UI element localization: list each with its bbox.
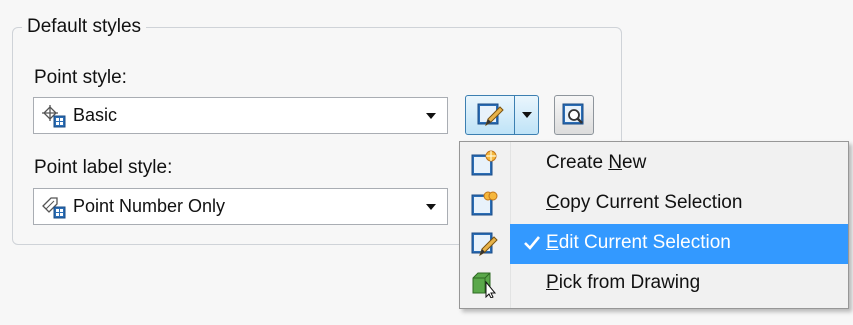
point-label-style-value: Point Number Only xyxy=(73,196,226,216)
edit-selection-icon xyxy=(471,232,498,257)
menu-item-label: Copy Current Selection xyxy=(546,192,743,213)
create-new-icon xyxy=(471,150,497,176)
edit-style-dropdown-button[interactable] xyxy=(515,96,538,134)
point-style-combo[interactable]: Basic xyxy=(33,97,448,134)
pick-from-drawing-icon xyxy=(472,272,497,298)
menu-item-label: Pick from Drawing xyxy=(546,272,701,293)
menu-item-pick-from-drawing[interactable]: Pick from Drawing xyxy=(460,264,848,304)
edit-style-button[interactable] xyxy=(466,96,515,134)
default-styles-panel: Default styles Point style: Basic Point … xyxy=(0,0,853,325)
label-style-icon xyxy=(42,196,66,218)
point-label-style-combo[interactable]: Point Number Only xyxy=(33,188,448,225)
menu-item-copy-current-selection[interactable]: Copy Current Selection xyxy=(460,184,848,224)
menu-item-label: Edit Current Selection xyxy=(546,232,731,253)
chevron-down-icon xyxy=(521,112,532,118)
chevron-down-icon[interactable] xyxy=(426,112,436,119)
menu-item-create-new[interactable]: Create New xyxy=(460,144,848,184)
group-title: Default styles xyxy=(22,16,147,38)
style-edit-split-button[interactable] xyxy=(465,95,539,135)
point-style-icon xyxy=(42,104,66,127)
copy-selection-icon xyxy=(471,191,498,216)
point-style-value: Basic xyxy=(73,105,118,125)
point-label-style-label: Point label style: xyxy=(34,157,173,178)
style-details-button[interactable] xyxy=(554,95,594,135)
menu-item-label: Create New xyxy=(546,152,647,173)
menu-item-edit-current-selection[interactable]: Edit Current Selection xyxy=(460,224,848,264)
edit-style-icon xyxy=(477,103,504,127)
magnifier-icon xyxy=(562,103,584,125)
checkmark-icon xyxy=(524,236,541,250)
edit-style-menu: Create New Copy Current Selection Edit C… xyxy=(459,141,849,309)
chevron-down-icon[interactable] xyxy=(426,203,436,210)
point-style-label: Point style: xyxy=(34,67,127,88)
